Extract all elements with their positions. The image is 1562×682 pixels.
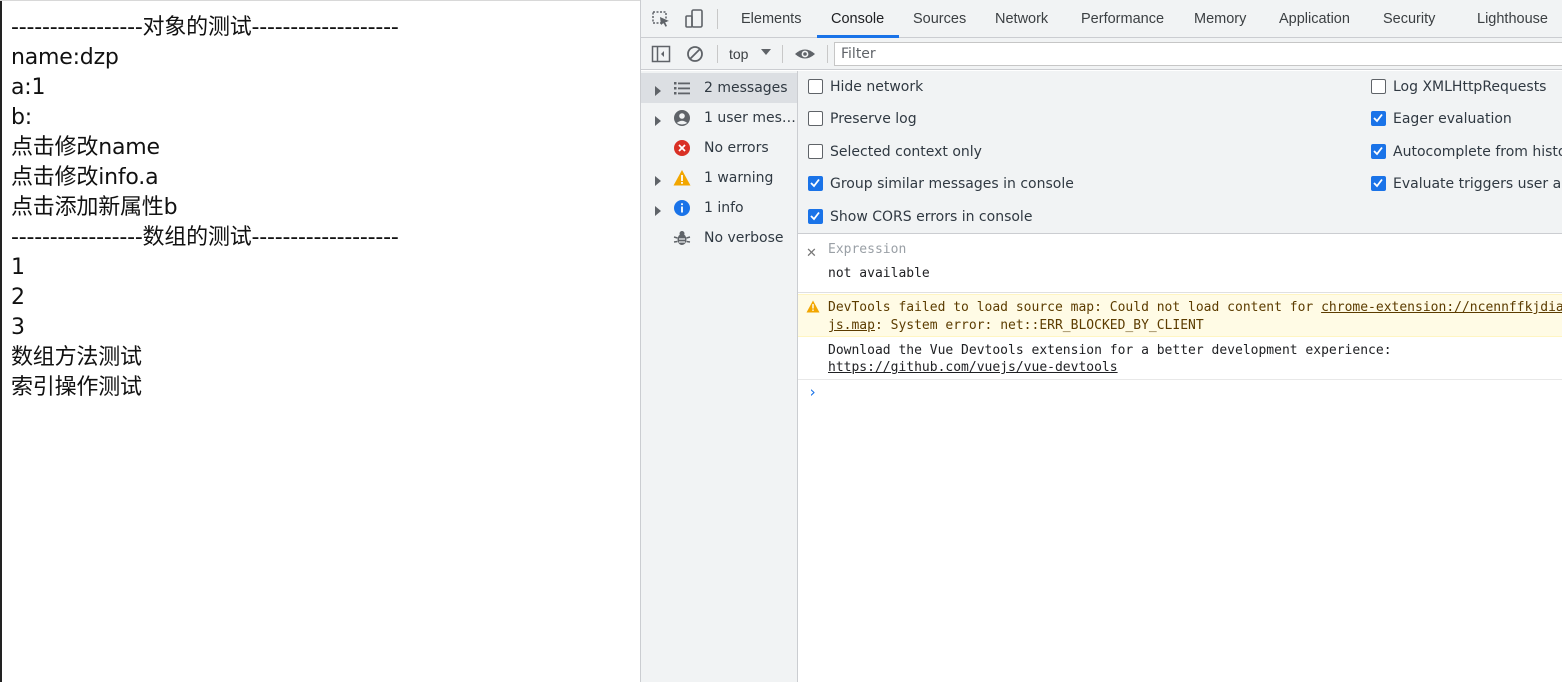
toolbar-separator — [717, 9, 718, 29]
info-message: Download the Vue Devtools extension for … — [798, 338, 1562, 380]
checkbox-label: Hide network — [830, 79, 924, 95]
expand-arrow-icon[interactable] — [653, 173, 663, 186]
tab-memory[interactable]: Memory — [1194, 0, 1246, 38]
checkbox-box[interactable] — [808, 209, 823, 224]
checkbox-label: Selected context only — [830, 144, 982, 160]
array-item: 2 — [11, 285, 25, 310]
console-prompt-icon[interactable]: › — [808, 383, 817, 401]
array-item: 3 — [11, 315, 25, 340]
checkbox-box[interactable] — [808, 144, 823, 159]
warning-icon — [673, 169, 691, 187]
checkbox-box[interactable] — [808, 176, 823, 191]
source-map-link[interactable]: js.map — [828, 318, 875, 333]
change-name-button[interactable]: 点击修改name — [11, 133, 160, 163]
sidebar-item-verbose[interactable]: No verbose — [641, 223, 797, 253]
sidebar-toggle-icon[interactable] — [651, 44, 671, 64]
tab-application[interactable]: Application — [1279, 0, 1350, 38]
error-icon — [673, 139, 691, 157]
live-expression: ✕ Expression not available — [798, 235, 1562, 293]
index-operation-test-button[interactable]: 索引操作测试 — [11, 373, 142, 403]
expand-arrow-icon[interactable] — [653, 113, 663, 126]
console-main: Hide network Preserve log Selected conte… — [798, 71, 1562, 682]
tab-security[interactable]: Security — [1383, 0, 1435, 38]
page-content: -----------------对象的测试------------------… — [0, 0, 640, 682]
sidebar-item-label: No errors — [704, 140, 769, 156]
array-method-test-button[interactable]: 数组方法测试 — [11, 343, 142, 373]
a-value: a:1 — [11, 75, 46, 100]
info-text: Download the Vue Devtools extension for … — [828, 343, 1392, 358]
expression-label[interactable]: Expression — [828, 242, 906, 257]
name-value: name:dzp — [11, 45, 119, 70]
sidebar-item-label: 1 warning — [704, 170, 774, 186]
tab-sources[interactable]: Sources — [913, 0, 966, 38]
checkbox-box[interactable] — [1371, 79, 1386, 94]
sidebar-item-errors[interactable]: No errors — [641, 133, 797, 163]
context-selector[interactable]: top — [729, 44, 748, 64]
inspect-element-icon[interactable] — [651, 9, 673, 29]
change-info-a-button[interactable]: 点击修改info.a — [11, 163, 159, 193]
close-icon[interactable]: ✕ — [806, 245, 817, 261]
object-test-header: -----------------对象的测试------------------… — [11, 15, 399, 40]
console-sidebar: 2 messages 1 user mess… No errors 1 warn… — [641, 71, 798, 682]
vue-devtools-link[interactable]: https://github.com/vuejs/vue-devtools — [828, 360, 1118, 375]
checkbox-label: Log XMLHttpRequests — [1393, 79, 1547, 95]
source-map-link[interactable]: chrome-extension://ncennffkjdiamlpmcbajk… — [1321, 300, 1562, 315]
sidebar-item-info[interactable]: 1 info — [641, 193, 797, 223]
dropdown-arrow-icon[interactable] — [760, 45, 772, 59]
toolbar-separator — [717, 45, 718, 63]
expression-value: not available — [828, 266, 930, 281]
devtools-tabbar: Elements Console Sources Network Perform… — [641, 0, 1562, 38]
toolbar-separator — [782, 45, 783, 63]
warning-text: : System error: net::ERR_BLOCKED_BY_CLIE… — [874, 318, 1204, 333]
checkbox-box[interactable] — [808, 111, 823, 126]
checkbox-box[interactable] — [1371, 176, 1386, 191]
sidebar-item-user-messages[interactable]: 1 user mess… — [641, 103, 797, 133]
checkbox-label: Evaluate triggers user activation — [1393, 176, 1562, 192]
console-settings-pane: Hide network Preserve log Selected conte… — [798, 71, 1562, 234]
b-value: b: — [11, 105, 32, 130]
tab-performance[interactable]: Performance — [1081, 0, 1164, 38]
checkbox-label: Group similar messages in console — [830, 176, 1074, 192]
checkbox-box[interactable] — [1371, 144, 1386, 159]
tab-network[interactable]: Network — [995, 0, 1048, 38]
checkbox-label: Eager evaluation — [1393, 111, 1512, 127]
toolbar-separator — [827, 45, 828, 63]
sidebar-item-label: 2 messages — [704, 80, 788, 96]
add-property-b-button[interactable]: 点击添加新属性b — [11, 193, 178, 223]
checkbox-label: Autocomplete from history — [1393, 144, 1562, 160]
array-test-header: -----------------数组的测试------------------… — [11, 225, 399, 250]
array-item: 1 — [11, 255, 25, 280]
list-icon — [673, 79, 691, 97]
sidebar-item-label: No verbose — [704, 230, 784, 246]
device-toolbar-icon[interactable] — [683, 9, 705, 29]
devtools-panel: Elements Console Sources Network Perform… — [640, 0, 1562, 682]
tab-console[interactable]: Console — [831, 0, 884, 38]
window-edge — [0, 1, 2, 682]
console-toolbar: top — [641, 38, 1562, 70]
checkbox-box[interactable] — [808, 79, 823, 94]
bug-icon — [673, 229, 691, 247]
sidebar-item-label: 1 info — [704, 200, 744, 216]
warning-icon — [806, 300, 820, 313]
tab-lighthouse[interactable]: Lighthouse — [1477, 0, 1548, 38]
checkbox-label: Preserve log — [830, 111, 917, 127]
expand-arrow-icon[interactable] — [653, 203, 663, 216]
tab-elements[interactable]: Elements — [741, 0, 801, 38]
warning-message: DevTools failed to load source map: Coul… — [798, 294, 1562, 337]
filter-input[interactable] — [834, 42, 1562, 66]
live-expression-eye-icon[interactable] — [793, 44, 817, 64]
expand-arrow-icon[interactable] — [653, 83, 663, 96]
sidebar-item-warnings[interactable]: 1 warning — [641, 163, 797, 193]
sidebar-item-messages[interactable]: 2 messages — [641, 73, 797, 103]
checkbox-label: Show CORS errors in console — [830, 209, 1033, 225]
checkbox-box[interactable] — [1371, 111, 1386, 126]
warning-text: DevTools failed to load source map: Coul… — [828, 300, 1322, 315]
info-icon — [673, 199, 691, 217]
user-icon — [673, 109, 691, 127]
clear-console-icon[interactable] — [685, 44, 705, 64]
sidebar-item-label: 1 user mess… — [704, 110, 796, 126]
